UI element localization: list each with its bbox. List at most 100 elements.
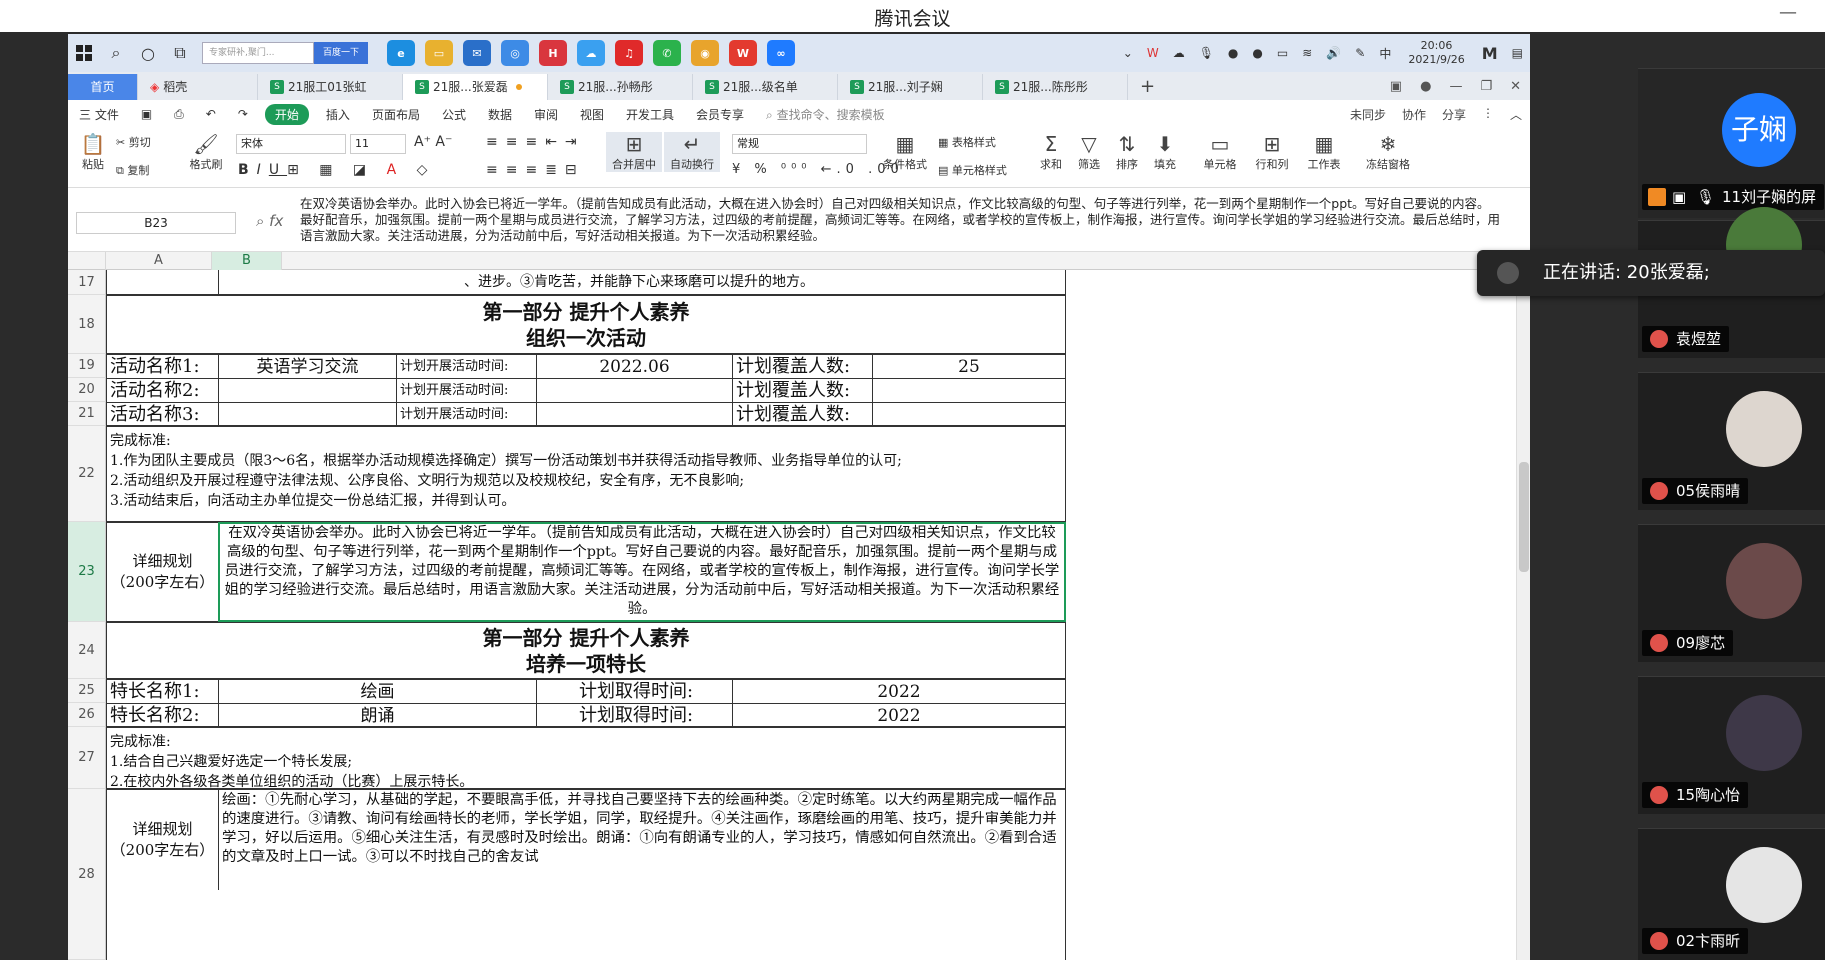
row-header[interactable]: 18	[68, 295, 106, 354]
row-header[interactable]: 19	[68, 354, 106, 378]
music-icon[interactable]: ♫	[615, 40, 643, 66]
menu-start[interactable]: 开始	[264, 103, 309, 125]
number-buttons[interactable]: ¥ % ⁰⁰⁰ ←.0 .00	[732, 162, 904, 177]
tencent-meeting-icon[interactable]: ∞	[767, 40, 795, 66]
row-header[interactable]: 27	[68, 727, 106, 789]
cell-c20[interactable]: 计划开展活动时间:	[397, 379, 537, 403]
row-header[interactable]: 20	[68, 378, 106, 402]
copy-button[interactable]: ⧉ 复制	[116, 162, 149, 178]
cell-d19[interactable]: 2022.06	[537, 355, 733, 379]
formula-input[interactable]: 在双冷英语协会举办。此时入协会已将近一学年。（提前告知成员有此活动，大概在进入协…	[300, 196, 1500, 244]
notification-icon[interactable]: ▤	[1512, 46, 1523, 60]
tab-sheet[interactable]: S 21服...陈彤彤	[983, 74, 1128, 100]
wrap-text-button[interactable]: ↵ 自动换行	[664, 132, 720, 172]
row-header[interactable]: 23	[68, 522, 106, 622]
fill-button[interactable]: ⬇ 填充	[1148, 132, 1182, 172]
ime-indicator[interactable]: 中	[1379, 45, 1391, 62]
font-size-select[interactable]: 11	[350, 134, 406, 154]
row-header[interactable]: 17	[68, 270, 106, 295]
cell-button[interactable]: ▭ 单元格	[1196, 132, 1244, 172]
row-header[interactable]: 21	[68, 402, 106, 426]
row-header[interactable]: 25	[68, 679, 106, 703]
wps-tray-icon[interactable]: W	[1147, 46, 1159, 60]
chevron-up-icon[interactable]: ⌄	[1123, 46, 1133, 60]
more-icon[interactable]: ⋮	[1482, 106, 1494, 123]
cell-a26[interactable]: 特长名称2:	[107, 704, 219, 728]
app-tray-icon[interactable]: ●	[1228, 46, 1238, 60]
cell-c26[interactable]: 计划取得时间:	[537, 704, 733, 728]
window-restore-icon[interactable]: ❐	[1480, 74, 1492, 100]
menu-dev-tools[interactable]: 开发工具	[626, 106, 674, 123]
battery-icon[interactable]: ▭	[1277, 46, 1288, 60]
fx-button[interactable]: ⌕ fx	[256, 212, 283, 230]
file-explorer-icon[interactable]: ▭	[425, 40, 453, 66]
save-icon[interactable]: ▣	[141, 107, 152, 121]
row-header[interactable]: 26	[68, 703, 106, 727]
mail-icon[interactable]: ✉	[463, 40, 491, 66]
font-style-buttons[interactable]: BIU⊞ ▦ ◪ A ◇	[238, 162, 435, 178]
sync-status[interactable]: 未同步	[1350, 106, 1386, 123]
menu-data[interactable]: 数据	[488, 106, 512, 123]
cell-f21[interactable]	[873, 403, 1065, 427]
menu-insert[interactable]: 插入	[326, 106, 350, 123]
cell-d20[interactable]	[537, 379, 733, 403]
cut-button[interactable]: ✂ 剪切	[116, 134, 151, 150]
minimize-button[interactable]: —	[1779, 2, 1797, 23]
cell-a28[interactable]: 详细规划 （200字左右）	[107, 790, 219, 890]
cell-b17[interactable]: 、进步。③肯吃苦，并能静下心来琢磨可以提升的地方。	[219, 272, 1059, 294]
cell-d25[interactable]: 2022	[733, 680, 1065, 704]
wps-icon[interactable]: W	[729, 40, 757, 66]
m-logo-icon[interactable]: M	[1482, 44, 1498, 63]
cell-a21[interactable]: 活动名称3:	[107, 403, 219, 427]
huawei-icon[interactable]: H	[539, 40, 567, 66]
section-header-talent[interactable]: 第一部分 提升个人素养 培养一项特长	[106, 622, 1066, 679]
tab-sheet[interactable]: S 21服工01张虹	[258, 74, 403, 100]
font-grow-icon[interactable]: A⁺ A⁻	[414, 134, 452, 150]
cell-b20[interactable]	[219, 379, 397, 403]
search-icon[interactable]: ⌕	[100, 38, 132, 68]
menu-view[interactable]: 视图	[580, 106, 604, 123]
section-header-activity[interactable]: 第一部分 提升个人素养 组织一次活动	[106, 295, 1066, 354]
menu-formula[interactable]: 公式	[442, 106, 466, 123]
name-box[interactable]: B23	[76, 212, 236, 234]
print-icon[interactable]: ⎙	[174, 107, 184, 122]
app2-tray-icon[interactable]: ●	[1252, 46, 1262, 60]
wifi-icon[interactable]: ≋	[1302, 46, 1312, 60]
browser-icon[interactable]: ◎	[501, 40, 529, 66]
sum-button[interactable]: Σ 求和	[1034, 132, 1068, 172]
tab-list-icon[interactable]: ▣	[1390, 74, 1402, 100]
user-avatar[interactable]: ●	[1420, 74, 1431, 100]
column-header-b[interactable]: B	[212, 252, 282, 270]
column-header-a[interactable]: A	[106, 252, 212, 270]
tab-sheet[interactable]: S 21服...刘子娴	[838, 74, 983, 100]
cell-a17[interactable]	[107, 270, 219, 294]
undo-icon[interactable]: ↶	[206, 107, 216, 121]
window-minimize-icon[interactable]: —	[1449, 74, 1462, 100]
worksheet-button[interactable]: ▦ 工作表	[1300, 132, 1348, 172]
tab-sheet-active[interactable]: S 21服...张爱磊	[403, 74, 548, 100]
cell-c25[interactable]: 计划取得时间:	[537, 680, 733, 704]
tab-sheet[interactable]: S 21服...级名单	[693, 74, 838, 100]
filter-button[interactable]: ▽ 筛选	[1072, 132, 1106, 172]
cell-b26[interactable]: 朗诵	[219, 704, 537, 728]
cell-d26[interactable]: 2022	[733, 704, 1065, 728]
tab-sheet[interactable]: S 21服...孙畅彤	[548, 74, 693, 100]
row-col-button[interactable]: ⊞ 行和列	[1248, 132, 1296, 172]
menu-review[interactable]: 审阅	[534, 106, 558, 123]
wechat-icon[interactable]: ✆	[653, 40, 681, 66]
cell-e20[interactable]: 计划覆盖人数:	[733, 379, 873, 403]
table-style-button[interactable]: ▦ 表格样式	[938, 134, 996, 150]
format-painter-button[interactable]: 🖌 格式刷	[186, 132, 226, 172]
cell-a22-criteria[interactable]: 完成标准: 1.作为团队主要成员（限3～6名，根据举办活动规模选择确定）撰写一份…	[106, 426, 1066, 522]
menu-page-layout[interactable]: 页面布局	[372, 106, 420, 123]
cell-b23-selected[interactable]: 在双冷英语协会举办。此时入协会已将近一学年。（提前告知成员有此活动，大概在进入协…	[218, 522, 1066, 622]
scrollbar-thumb[interactable]	[1519, 462, 1529, 572]
cell-a19[interactable]: 活动名称1:	[107, 355, 219, 379]
cell-a27-criteria[interactable]: 完成标准: 1.结合自己兴趣爱好选定一个特长发展; 2.在校内外各级各类单位组织…	[106, 727, 1066, 790]
taskbar-search-button[interactable]: 百度一下	[314, 42, 368, 64]
cell-b19[interactable]: 英语学习交流	[219, 355, 397, 379]
menu-member[interactable]: 会员专享	[696, 106, 744, 123]
collab-button[interactable]: 协作	[1402, 106, 1426, 123]
cell-d21[interactable]	[537, 403, 733, 427]
row-header[interactable]: 28	[68, 789, 106, 960]
